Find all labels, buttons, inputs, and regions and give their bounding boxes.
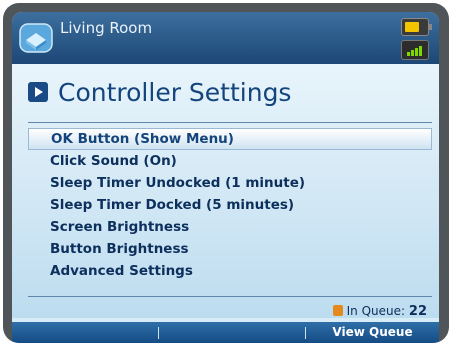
battery-tip	[429, 24, 432, 30]
queue-status: In Queue: 22	[332, 304, 427, 319]
queue-label: In Queue:	[346, 304, 406, 318]
title-row: Controller Settings	[28, 76, 428, 110]
battery-icon	[401, 18, 432, 36]
menu-item[interactable]: OK Button (Show Menu)	[28, 128, 432, 150]
device-frame: Living Room Controller Settings OK Butto…	[3, 3, 449, 343]
battery-fill	[405, 22, 419, 32]
room-name[interactable]: Living Room	[60, 19, 180, 38]
room-icon	[19, 23, 53, 53]
softkey-left[interactable]	[12, 322, 158, 343]
softkey-middle[interactable]	[159, 322, 305, 343]
view-queue-button[interactable]: View Queue	[306, 322, 439, 343]
title-divider	[28, 122, 432, 123]
settings-menu: OK Button (Show Menu) Click Sound (On) Sle…	[28, 128, 432, 282]
softkey-bar: View Queue	[12, 322, 439, 343]
main-content: Controller Settings OK Button (Show Menu…	[12, 64, 439, 319]
signal-strength-icon	[401, 40, 429, 60]
menu-item[interactable]: Sleep Timer Docked (5 minutes)	[28, 194, 432, 216]
menu-item[interactable]: Click Sound (On)	[28, 150, 432, 172]
page-title: Controller Settings	[58, 78, 292, 107]
screen: Living Room Controller Settings OK Butto…	[12, 12, 439, 343]
status-bar: Living Room	[12, 12, 439, 64]
footer-divider	[28, 296, 432, 297]
signal-bar	[415, 48, 418, 56]
signal-bar	[411, 50, 414, 56]
menu-item[interactable]: Screen Brightness	[28, 216, 432, 238]
queue-icon	[332, 305, 343, 316]
queue-count: 22	[408, 304, 427, 319]
menu-item[interactable]: Sleep Timer Undocked (1 minute)	[28, 172, 432, 194]
signal-bar	[407, 52, 410, 56]
play-icon	[28, 82, 48, 102]
menu-item[interactable]: Advanced Settings	[28, 260, 432, 282]
menu-item[interactable]: Button Brightness	[28, 238, 432, 260]
signal-bar	[419, 46, 422, 56]
